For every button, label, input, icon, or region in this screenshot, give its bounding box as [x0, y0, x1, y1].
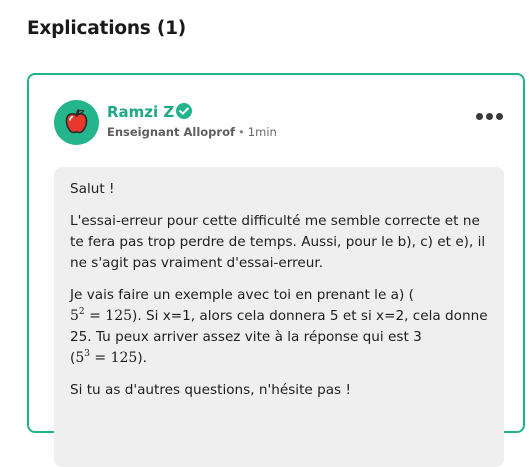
section-title: Explications (1): [27, 18, 187, 39]
example-text-end: ).: [137, 350, 147, 366]
apple-icon: [65, 109, 88, 134]
more-dots-icon: [486, 113, 493, 120]
answer-paragraph-closing: Si tu as d'autres questions, n'hésite pa…: [70, 382, 351, 398]
answer-paragraph-intro: L'essai-erreur pour cette difficulté me …: [70, 213, 486, 271]
more-dots-icon: [476, 113, 483, 120]
avatar[interactable]: [54, 100, 99, 145]
example-text-start: Je vais faire un exemple avec toi en pre…: [70, 287, 414, 303]
more-options-button[interactable]: [476, 113, 503, 120]
meta-separator: •: [238, 125, 245, 139]
post-time: 1min: [247, 125, 277, 139]
more-dots-icon: [496, 113, 503, 120]
verified-check-icon: [176, 103, 192, 119]
answer-paragraph-greeting: Salut !: [70, 181, 115, 197]
math-equation-1: 52 = 125: [70, 307, 133, 325]
author-name[interactable]: Ramzi Z: [107, 103, 174, 121]
answer-paragraph-example: Je vais faire un exemple avec toi en pre…: [70, 285, 490, 369]
answer-card: Ramzi Z Enseignant Alloprof • 1min Salut !…: [27, 73, 525, 467]
author-meta: Enseignant Alloprof • 1min: [107, 125, 277, 139]
math-equation-2: 53 = 125: [75, 349, 138, 367]
answer-body: Salut ! L'essai-erreur pour cette diffic…: [54, 167, 504, 467]
author-role: Enseignant Alloprof: [107, 125, 235, 139]
